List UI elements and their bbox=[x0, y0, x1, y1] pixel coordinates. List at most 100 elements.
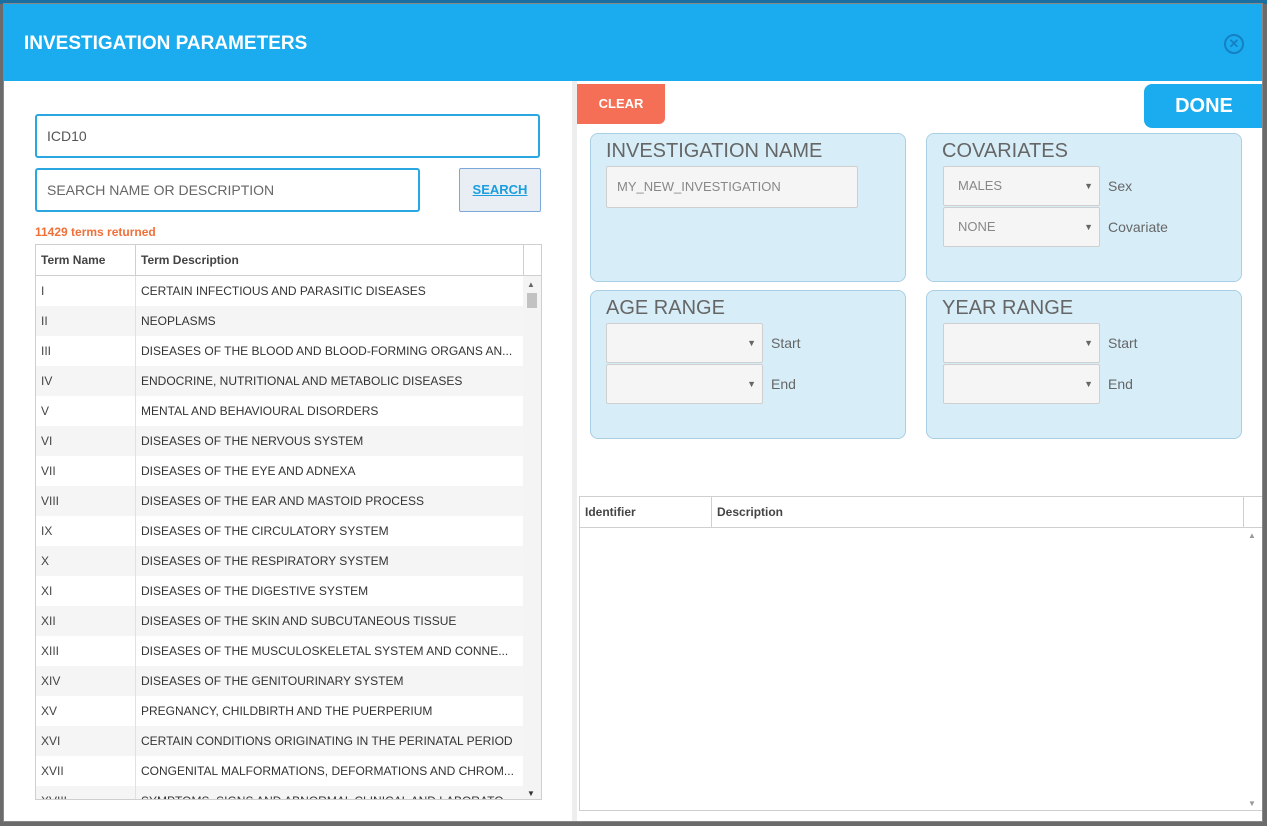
term-description-cell: DISEASES OF THE DIGESTIVE SYSTEM bbox=[141, 584, 369, 598]
year-end-select[interactable]: ▼ bbox=[943, 364, 1100, 404]
terms-grid: Term Name Term Description I CERTAIN INFE… bbox=[35, 244, 542, 800]
sex-select-value: MALES bbox=[958, 178, 1003, 193]
year-range-title: YEAR RANGE bbox=[942, 297, 1074, 319]
investigation-name-title: INVESTIGATION NAME bbox=[606, 140, 823, 162]
term-name-cell: VI bbox=[36, 426, 136, 456]
year-start-select[interactable]: ▼ bbox=[943, 323, 1100, 363]
age-end-label: End bbox=[771, 376, 796, 392]
investigation-parameters-modal: INVESTIGATION PARAMETERS ✕ ICD10 SEARCH … bbox=[3, 3, 1263, 822]
covariate-select[interactable]: NONE ▼ bbox=[943, 207, 1100, 247]
year-range-panel: YEAR RANGE ▼ Start ▼ End bbox=[926, 290, 1242, 439]
scroll-down-icon[interactable]: ▼ bbox=[1248, 799, 1256, 808]
table-row[interactable]: VI DISEASES OF THE NERVOUS SYSTEM bbox=[36, 426, 524, 456]
table-row[interactable]: V MENTAL AND BEHAVIOURAL DISORDERS bbox=[36, 396, 524, 426]
done-button[interactable]: DONE bbox=[1144, 84, 1262, 128]
selected-terms-grid-header: Identifier Description bbox=[580, 497, 1262, 528]
scroll-up-icon[interactable]: ▲ bbox=[527, 280, 535, 289]
scroll-up-icon[interactable]: ▲ bbox=[1248, 531, 1256, 540]
table-row[interactable]: XVI CERTAIN CONDITIONS ORIGINATING IN THE… bbox=[36, 726, 524, 756]
term-description-cell: DISEASES OF THE RESPIRATORY SYSTEM bbox=[141, 554, 389, 568]
term-description-cell: SYMPTOMS, SIGNS AND ABNORMAL CLINICAL AN… bbox=[136, 786, 524, 799]
term-description-cell: DISEASES OF THE EAR AND MASTOID PROCESS bbox=[141, 494, 424, 508]
search-input[interactable] bbox=[35, 168, 420, 212]
terms-grid-scrollbar[interactable]: ▲ ▼ bbox=[523, 276, 541, 799]
table-row[interactable]: IX DISEASES OF THE CIRCULATORY SYSTEM bbox=[36, 516, 524, 546]
table-row[interactable]: XV PREGNANCY, CHILDBIRTH AND THE PUERPERI… bbox=[36, 696, 524, 726]
table-row[interactable]: II NEOPLASMS bbox=[36, 306, 524, 336]
age-range-panel: AGE RANGE ▼ Start ▼ End bbox=[590, 290, 906, 439]
term-name-cell: XVII bbox=[36, 756, 136, 786]
table-row[interactable]: XVIIISYMPTOMS, SIGNS AND ABNORMAL CLINIC… bbox=[36, 786, 524, 799]
covariate-label: Covariate bbox=[1108, 219, 1168, 235]
term-description-cell: ENDOCRINE, NUTRITIONAL AND METABOLIC DIS… bbox=[141, 374, 463, 388]
sex-select[interactable]: MALES ▼ bbox=[943, 166, 1100, 206]
column-header-term-name[interactable]: Term Name bbox=[36, 245, 136, 275]
age-end-select[interactable]: ▼ bbox=[606, 364, 763, 404]
term-name-cell: XIII bbox=[36, 636, 136, 666]
clear-button[interactable]: CLEAR bbox=[577, 84, 665, 124]
close-icon[interactable]: ✕ bbox=[1224, 34, 1244, 54]
vocabulary-field[interactable]: ICD10 bbox=[35, 114, 540, 158]
term-name-cell: XVIII bbox=[36, 786, 136, 799]
term-description-cell: DISEASES OF THE NERVOUS SYSTEM bbox=[141, 434, 364, 448]
chevron-down-icon: ▼ bbox=[747, 338, 756, 348]
selected-terms-grid: Identifier Description ▲ ▼ bbox=[579, 496, 1262, 811]
table-row[interactable]: XVII CONGENITAL MALFORMATIONS, DEFORMATIO… bbox=[36, 756, 524, 786]
term-description-cell: DISEASES OF THE EYE AND ADNEXA bbox=[141, 464, 356, 478]
terms-grid-header: Term Name Term Description bbox=[36, 245, 541, 276]
term-description-cell: DISEASES OF THE BLOOD AND BLOOD-FORMING … bbox=[141, 344, 513, 358]
term-description-cell: DISEASES OF THE GENITOURINARY SYSTEM bbox=[141, 674, 404, 688]
scroll-down-icon[interactable]: ▼ bbox=[527, 789, 535, 798]
terms-grid-body: I CERTAIN INFECTIOUS AND PARASITIC DISEAS… bbox=[36, 276, 524, 799]
table-row[interactable]: VIII DISEASES OF THE EAR AND MASTOID PROC… bbox=[36, 486, 524, 516]
term-name-cell: I bbox=[36, 276, 136, 306]
term-name-cell: IX bbox=[36, 516, 136, 546]
term-description-cell: DISEASES OF THE SKIN AND SUBCUTANEOUS TI… bbox=[141, 614, 457, 628]
term-name-cell: VIII bbox=[36, 486, 136, 516]
term-description-cell: DISEASES OF THE MUSCULOSKELETAL SYSTEM A… bbox=[141, 644, 509, 658]
table-row[interactable]: XIV DISEASES OF THE GENITOURINARY SYSTEM bbox=[36, 666, 524, 696]
investigation-name-panel: INVESTIGATION NAME MY_NEW_INVESTIGATION bbox=[590, 133, 906, 282]
table-row[interactable]: VII DISEASES OF THE EYE AND ADNEXA bbox=[36, 456, 524, 486]
table-row[interactable]: X DISEASES OF THE RESPIRATORY SYSTEM bbox=[36, 546, 524, 576]
chevron-down-icon: ▼ bbox=[1084, 338, 1093, 348]
term-name-cell: XVI bbox=[36, 726, 136, 756]
table-row[interactable]: III DISEASES OF THE BLOOD AND BLOOD-FORMI… bbox=[36, 336, 524, 366]
term-name-cell: III bbox=[36, 336, 136, 366]
term-description-cell: CERTAIN INFECTIOUS AND PARASITIC DISEASE… bbox=[141, 284, 426, 298]
table-row[interactable]: IV ENDOCRINE, NUTRITIONAL AND METABOLIC D… bbox=[36, 366, 524, 396]
term-name-cell: VII bbox=[36, 456, 136, 486]
search-button[interactable]: SEARCH bbox=[459, 168, 541, 212]
column-header-identifier[interactable]: Identifier bbox=[580, 497, 712, 527]
column-header-description[interactable]: Description bbox=[712, 497, 1244, 527]
term-name-cell: XV bbox=[36, 696, 136, 726]
parameters-pane: CLEAR DONE INVESTIGATION NAME MY_NEW_INV… bbox=[577, 81, 1262, 821]
column-header-term-description[interactable]: Term Description bbox=[136, 245, 524, 275]
term-name-cell: XIV bbox=[36, 666, 136, 696]
investigation-name-input[interactable]: MY_NEW_INVESTIGATION bbox=[606, 166, 858, 208]
scroll-thumb[interactable] bbox=[527, 293, 537, 308]
sex-label: Sex bbox=[1108, 178, 1133, 194]
table-row[interactable]: XII DISEASES OF THE SKIN AND SUBCUTANEOUS… bbox=[36, 606, 524, 636]
term-name-cell: V bbox=[36, 396, 136, 426]
term-description-cell: PREGNANCY, CHILDBIRTH AND THE PUERPERIUM bbox=[141, 704, 433, 718]
term-description-cell: MENTAL AND BEHAVIOURAL DISORDERS bbox=[141, 404, 379, 418]
year-end-label: End bbox=[1108, 376, 1133, 392]
modal-header: INVESTIGATION PARAMETERS ✕ bbox=[4, 4, 1262, 81]
term-description-cell: NEOPLASMS bbox=[141, 314, 216, 328]
table-row[interactable]: XI DISEASES OF THE DIGESTIVE SYSTEM bbox=[36, 576, 524, 606]
chevron-down-icon: ▼ bbox=[1084, 222, 1093, 232]
age-start-label: Start bbox=[771, 335, 801, 351]
term-name-cell: II bbox=[36, 306, 136, 336]
term-name-cell: IV bbox=[36, 366, 136, 396]
table-row[interactable]: XIII DISEASES OF THE MUSCULOSKELETAL SYST… bbox=[36, 636, 524, 666]
table-row[interactable]: I CERTAIN INFECTIOUS AND PARASITIC DISEAS… bbox=[36, 276, 524, 306]
terms-count: 11429 terms returned bbox=[35, 225, 156, 239]
chevron-down-icon: ▼ bbox=[747, 379, 756, 389]
term-description-cell: CONGENITAL MALFORMATIONS, DEFORMATIONS A… bbox=[141, 764, 514, 778]
age-range-title: AGE RANGE bbox=[606, 297, 725, 319]
selected-terms-scrollbar[interactable]: ▲ ▼ bbox=[1244, 528, 1262, 810]
term-description-cell: CERTAIN CONDITIONS ORIGINATING IN THE PE… bbox=[141, 734, 513, 748]
term-name-cell: XII bbox=[36, 606, 136, 636]
age-start-select[interactable]: ▼ bbox=[606, 323, 763, 363]
